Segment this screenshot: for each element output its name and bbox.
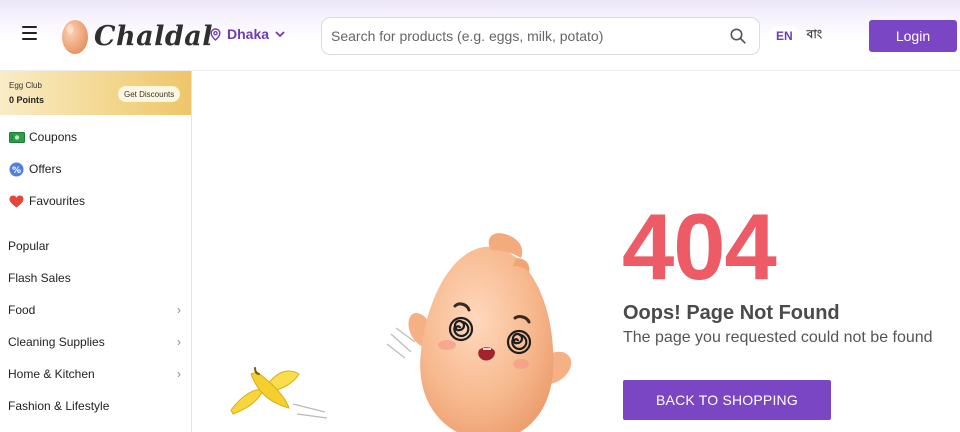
sidebar-item-label: Home & Kitchen [8, 367, 95, 381]
brand-name: Chaldal [94, 20, 214, 52]
back-to-shopping-button[interactable]: BACK TO SHOPPING [623, 380, 831, 420]
menu-icon[interactable] [22, 26, 40, 42]
sidebar-item-offers[interactable]: % Offers [0, 157, 191, 181]
sidebar-item-fashion-lifestyle[interactable]: Fashion & Lifestyle [0, 394, 191, 418]
chevron-down-icon [275, 30, 285, 37]
chevron-right-icon: › [177, 335, 181, 349]
sidebar-item-favourites[interactable]: Favourites [0, 189, 191, 213]
chaldal-logo[interactable]: Chaldal [60, 12, 213, 60]
language-switcher: EN বাং [769, 26, 829, 46]
search-input[interactable] [322, 18, 723, 54]
error-page-content: 404 Oops! Page Not Found The page you re… [193, 72, 960, 432]
sidebar-item-label: Popular [8, 239, 50, 253]
heart-icon [8, 194, 25, 208]
search-icon[interactable] [723, 28, 753, 44]
location-label: Dhaka [227, 26, 270, 42]
svg-text:%: % [12, 165, 21, 175]
location-pin-icon [210, 27, 221, 41]
egg-logo-icon [62, 20, 88, 54]
sidebar-item-label: Food [8, 303, 36, 317]
error-title: Oops! Page Not Found [623, 302, 840, 324]
chevron-right-icon: › [177, 303, 181, 317]
chevron-right-icon: › [177, 367, 181, 381]
lang-en-option[interactable]: EN [769, 26, 800, 46]
dizzy-egg-illustration [230, 233, 572, 432]
location-selector[interactable]: Dhaka [210, 26, 291, 42]
sidebar-item-label: Cleaning Supplies [8, 335, 105, 349]
error-code: 404 [622, 194, 777, 299]
egg-club-points: 0 Points [9, 95, 45, 105]
banana-peel-icon [230, 367, 328, 419]
coupon-icon [8, 130, 25, 144]
sidebar-item-popular[interactable]: Popular [0, 234, 191, 258]
category-sidebar: Egg Club 0 Points Get Discounts Coupons … [0, 71, 192, 432]
sidebar-item-label: Coupons [29, 130, 78, 144]
sidebar-item-coupons[interactable]: Coupons [0, 125, 191, 149]
sidebar-item-label: Offers [29, 162, 62, 176]
login-button[interactable]: Login [869, 20, 957, 52]
sidebar-item-label: Favourites [29, 194, 86, 208]
sidebar-item-label: Flash Sales [8, 271, 71, 285]
sidebar-item-food[interactable]: Food › [0, 298, 191, 322]
offer-badge-icon: % [8, 162, 25, 176]
sidebar-item-label: Fashion & Lifestyle [8, 399, 110, 413]
sidebar-item-home-kitchen[interactable]: Home & Kitchen › [0, 362, 191, 386]
sidebar-item-cleaning-supplies[interactable]: Cleaning Supplies › [0, 330, 191, 354]
get-discounts-button[interactable]: Get Discounts [118, 86, 181, 102]
search-bar [321, 17, 760, 55]
egg-club-title: Egg Club [9, 81, 42, 90]
sidebar-item-flash-sales[interactable]: Flash Sales [0, 266, 191, 290]
error-message: The page you requested could not be foun… [623, 329, 933, 346]
top-header: Chaldal Dhaka EN বাং Login [0, 0, 960, 71]
egg-club-banner[interactable]: Egg Club 0 Points Get Discounts [0, 71, 191, 115]
lang-bn-option[interactable]: বাং [800, 23, 829, 49]
